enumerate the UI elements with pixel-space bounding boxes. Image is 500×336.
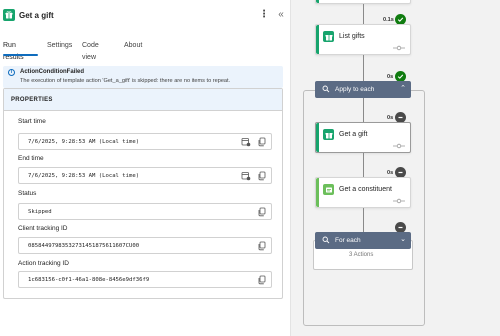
tab-code-view[interactable]: Code view (82, 40, 114, 61)
run-duration-badge: 0s (387, 170, 394, 176)
collapse-panel-button[interactable]: « (275, 8, 287, 22)
get-a-gift-card[interactable]: Get a gift (315, 122, 411, 153)
flow-connector (363, 4, 364, 24)
info-title: ActionConditionFailed (20, 69, 84, 75)
info-message-bar: i ActionConditionFailed The execution of… (3, 66, 283, 88)
copy-icon[interactable] (257, 137, 267, 147)
tab-label: Run results (3, 42, 24, 61)
start-time-value: 7/6/2025, 9:28:53 AM (Local time) (28, 139, 140, 145)
flow-canvas[interactable]: 0.1s List gifts 0s Apply to each ⌃ 0s Ge… (292, 0, 500, 336)
copy-icon[interactable] (257, 275, 267, 285)
chevron-up-icon[interactable]: ⌃ (400, 84, 406, 92)
client-tracking-id-label: Client tracking ID (18, 225, 68, 232)
card-accent-bar (316, 178, 319, 207)
gift-app-icon (323, 31, 334, 42)
copy-icon[interactable] (257, 207, 267, 217)
properties-section: PROPERTIES Start time 7/6/2025, 9:28:53 … (3, 88, 283, 299)
end-time-field: 7/6/2025, 9:28:53 AM (Local time) (18, 167, 272, 184)
panel-header: Get a gift ⋮ « (0, 0, 291, 34)
tab-about[interactable]: About (124, 40, 146, 56)
get-a-gift-label: Get a gift (339, 131, 368, 138)
for-each-label: For each (335, 237, 361, 244)
connection-link-icon (393, 45, 405, 51)
chevron-down-icon[interactable]: ⌄ (400, 235, 406, 243)
run-duration-badge: 0.1s (383, 17, 394, 23)
action-tracking-id-label: Action tracking ID (18, 260, 69, 267)
status-value: Skipped (28, 209, 52, 215)
more-options-button[interactable]: ⋮ (259, 8, 269, 22)
card-accent-bar (316, 123, 319, 152)
for-each-header[interactable]: For each ⌄ (315, 232, 411, 249)
copy-icon[interactable] (257, 241, 267, 251)
flow-connector (363, 55, 364, 81)
copy-icon[interactable] (257, 171, 267, 181)
end-time-label: End time (18, 155, 44, 162)
info-icon: i (8, 69, 15, 76)
gift-app-icon (3, 9, 15, 21)
panel-title: Get a gift (19, 11, 54, 20)
connection-link-icon (393, 198, 405, 204)
collapsed-actions-count: 3 Actions (349, 252, 374, 258)
timezone-icon[interactable] (241, 171, 251, 181)
timezone-icon[interactable] (241, 137, 251, 147)
action-tracking-id-field: 1c683156-c0f1-46a1-808e-8456e9df36f9 (18, 271, 272, 288)
search-icon (322, 85, 330, 93)
card-accent-bar (316, 25, 319, 54)
tab-label: About (124, 42, 143, 49)
end-time-value: 7/6/2025, 9:28:53 AM (Local time) (28, 173, 140, 179)
details-panel: Get a gift ⋮ « Run results Settings Code… (0, 0, 291, 336)
run-duration-badge: 0s (387, 115, 394, 121)
tab-label: Code view (82, 42, 99, 61)
tab-settings[interactable]: Settings (47, 40, 73, 56)
gift-app-icon (323, 129, 334, 140)
list-gifts-card[interactable]: List gifts (315, 24, 411, 55)
client-tracking-id-field: 08584497983532731451875611607CU00 (18, 237, 272, 254)
start-time-field: 7/6/2025, 9:28:53 AM (Local time) (18, 133, 272, 150)
tab-bar: Run results Settings Code view About (0, 40, 291, 61)
active-tab-indicator (3, 54, 38, 56)
connection-link-icon (393, 143, 405, 149)
list-gifts-label: List gifts (339, 33, 365, 40)
flow-connector (363, 98, 364, 122)
get-a-constituent-card[interactable]: Get a constituent (315, 177, 411, 208)
properties-title: PROPERTIES (11, 97, 53, 103)
info-text: The execution of template action 'Get_a_… (20, 78, 231, 84)
run-duration-badge: 0s (387, 74, 394, 80)
flow-connector (363, 153, 364, 177)
client-tracking-id-value: 08584497983532731451875611607CU00 (28, 243, 140, 249)
card-accent-bar (316, 0, 319, 3)
properties-header[interactable]: PROPERTIES (4, 89, 282, 111)
apply-to-each-header[interactable]: Apply to each ⌃ (315, 81, 411, 98)
tab-run-results[interactable]: Run results (3, 40, 38, 61)
search-icon (322, 236, 330, 244)
tab-label: Settings (47, 42, 73, 49)
status-label: Status (18, 190, 37, 197)
flow-connector (363, 208, 364, 232)
action-tracking-id-value: 1c683156-c0f1-46a1-808e-8456e9df36f9 (28, 277, 150, 283)
constituent-app-icon (323, 184, 334, 195)
apply-to-each-label: Apply to each (335, 86, 375, 93)
status-field: Skipped (18, 203, 272, 220)
get-a-constituent-label: Get a constituent (339, 186, 392, 193)
start-time-label: Start time (18, 118, 46, 125)
